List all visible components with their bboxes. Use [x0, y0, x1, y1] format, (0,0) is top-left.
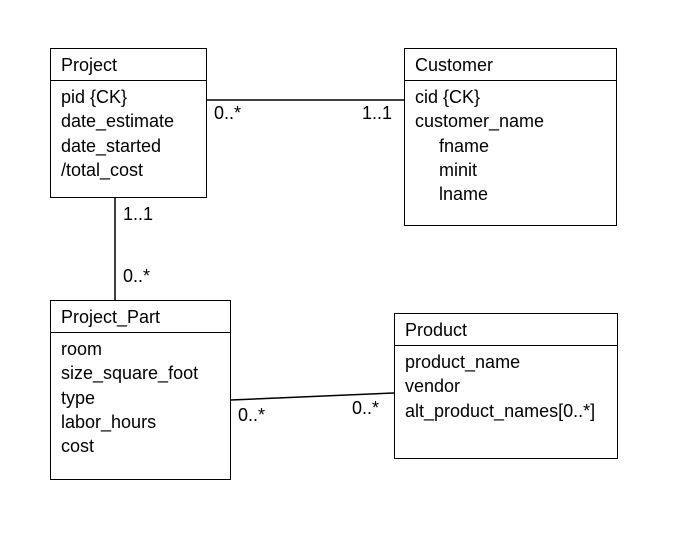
class-name: Project — [61, 55, 117, 75]
attr: labor_hours — [61, 410, 220, 434]
attr: cost — [61, 434, 220, 458]
class-title: Customer — [405, 49, 616, 81]
multiplicity: 1..1 — [362, 103, 392, 124]
class-attributes: cid {CK} customer_name fname minit lname — [405, 81, 616, 214]
attr: cid {CK} — [415, 85, 606, 109]
attr: size_square_foot — [61, 361, 220, 385]
multiplicity: 0..* — [123, 266, 150, 287]
attr: type — [61, 386, 220, 410]
class-attributes: product_name vendor alt_product_names[0.… — [395, 346, 617, 431]
multiplicity: 1..1 — [123, 204, 153, 225]
class-customer: Customer cid {CK} customer_name fname mi… — [404, 48, 617, 226]
class-title: Project_Part — [51, 301, 230, 333]
multiplicity: 0..* — [214, 103, 241, 124]
attr: pid {CK} — [61, 85, 196, 109]
nested-attr: minit — [415, 158, 606, 182]
attr: date_estimate — [61, 109, 196, 133]
class-name: Customer — [415, 55, 493, 75]
uml-diagram: Project pid {CK} date_estimate date_star… — [0, 0, 700, 556]
attr: /total_cost — [61, 158, 196, 182]
multiplicity: 0..* — [352, 398, 379, 419]
class-attributes: room size_square_foot type labor_hours c… — [51, 333, 230, 466]
class-project-part: Project_Part room size_square_foot type … — [50, 300, 231, 480]
class-project: Project pid {CK} date_estimate date_star… — [50, 48, 207, 198]
class-name: Product — [405, 320, 467, 340]
attr: product_name — [405, 350, 607, 374]
attr: vendor — [405, 374, 607, 398]
class-title: Product — [395, 314, 617, 346]
class-product: Product product_name vendor alt_product_… — [394, 313, 618, 459]
attr: room — [61, 337, 220, 361]
multiplicity: 0..* — [238, 405, 265, 426]
class-name: Project_Part — [61, 307, 160, 327]
attr: date_started — [61, 134, 196, 158]
class-title: Project — [51, 49, 206, 81]
nested-attr: lname — [415, 182, 606, 206]
attr: customer_name — [415, 109, 606, 133]
class-attributes: pid {CK} date_estimate date_started /tot… — [51, 81, 206, 190]
nested-attr: fname — [415, 134, 606, 158]
attr: alt_product_names[0..*] — [405, 399, 607, 423]
